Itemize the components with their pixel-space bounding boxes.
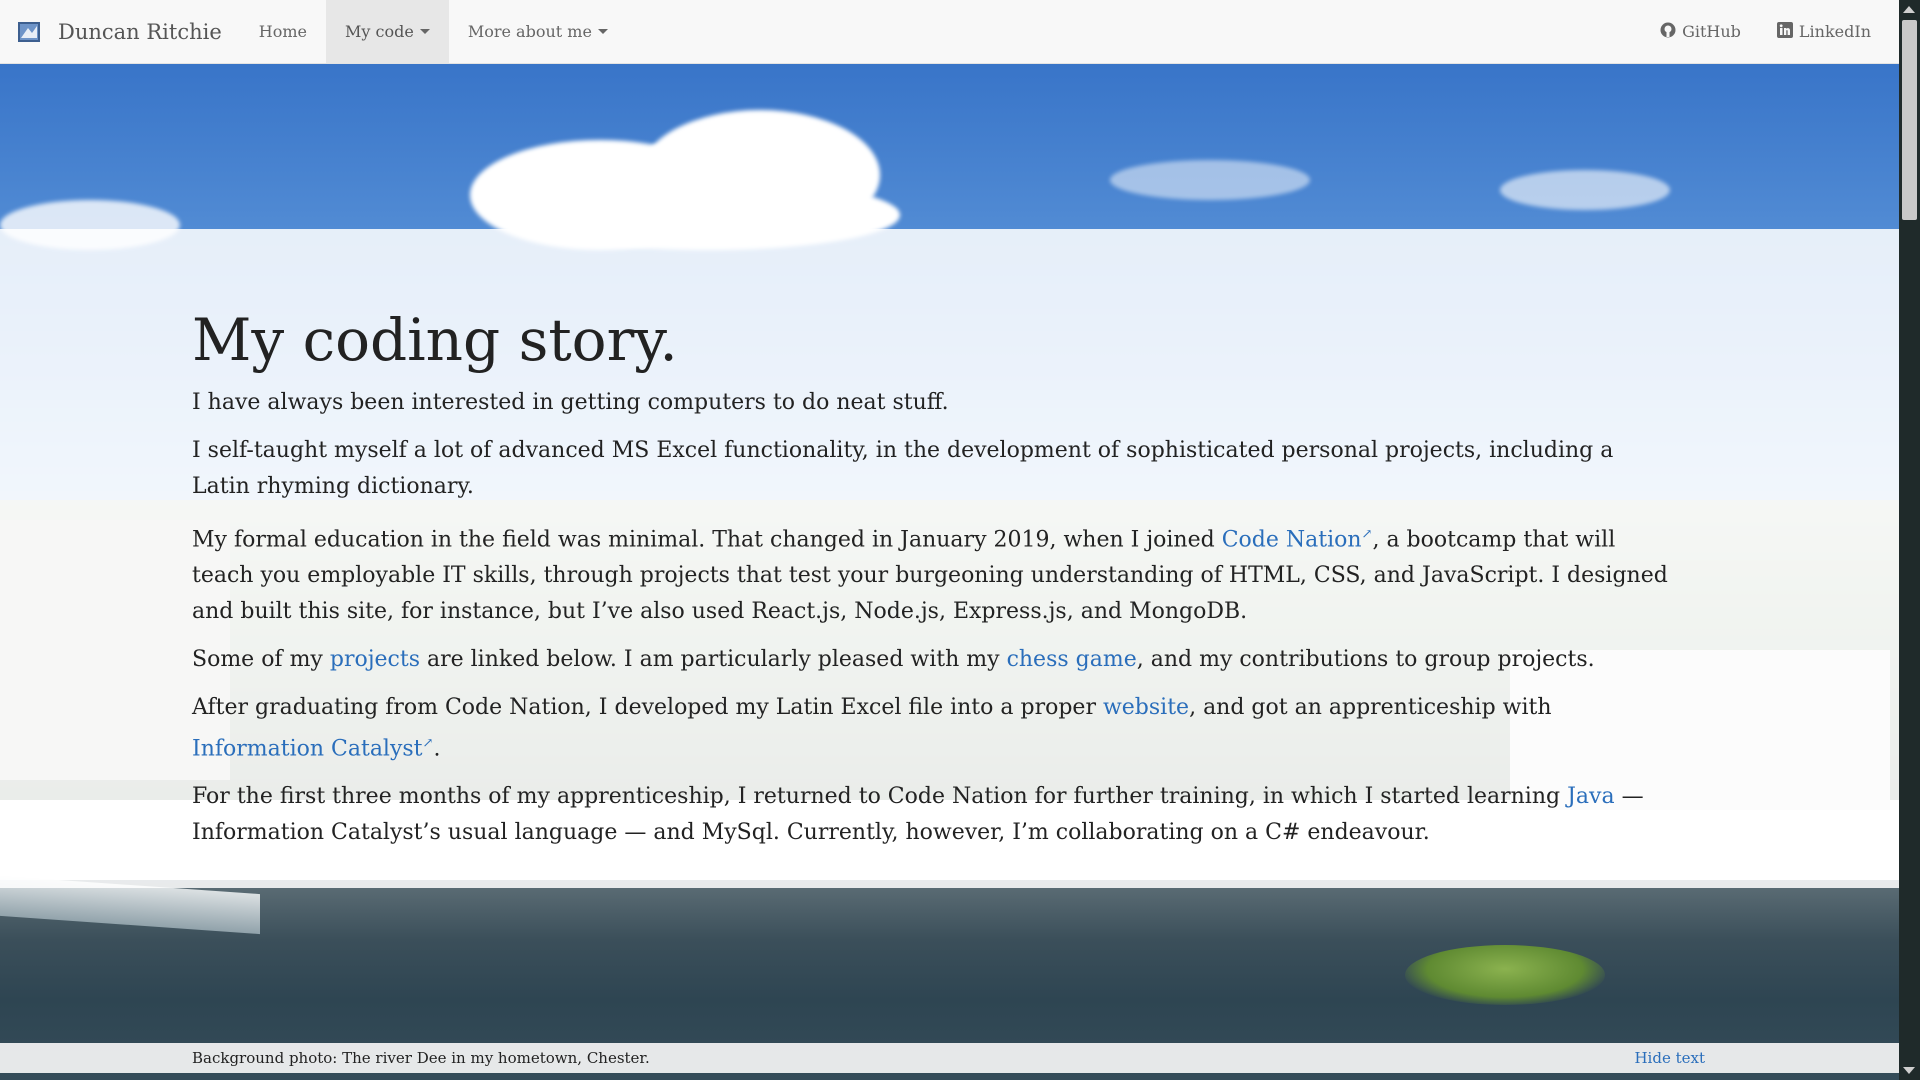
linkedin-icon xyxy=(1776,21,1793,42)
caret-down-icon xyxy=(419,29,430,34)
brand-link[interactable]: Duncan Ritchie xyxy=(0,0,240,63)
nav-home-label: Home xyxy=(258,22,307,41)
nav-home[interactable]: Home xyxy=(240,0,326,63)
paragraph-1: I have always been interested in getting… xyxy=(192,389,949,415)
footer-bar: Background photo: The river Dee in my ho… xyxy=(0,1043,1899,1073)
cloud xyxy=(1500,170,1670,210)
logo-icon xyxy=(18,21,40,42)
text: , and got an apprenticeship with xyxy=(1189,695,1552,721)
paragraph-5: After graduating from Code Nation, I dev… xyxy=(192,690,1672,767)
text: , and my contributions to group projects… xyxy=(1136,647,1595,673)
text: After graduating from Code Nation, I dev… xyxy=(192,695,1103,721)
external-link-icon: ↗ xyxy=(422,736,434,752)
website-link[interactable]: website xyxy=(1103,695,1189,720)
text: Some of my xyxy=(192,647,330,673)
page-title: My coding story. xyxy=(192,306,678,374)
river-weed xyxy=(1405,945,1605,1005)
photo-caption: Background photo: The river Dee in my ho… xyxy=(192,1049,650,1067)
text: . xyxy=(433,736,441,762)
scrollbar-thumb[interactable] xyxy=(1902,20,1917,220)
nav-more-about-me-dropdown[interactable]: More about me xyxy=(449,0,627,63)
text: My formal education in the field was min… xyxy=(192,527,1222,553)
scrollbar[interactable] xyxy=(1899,0,1920,1080)
content-panel: My coding story. I have always been inte… xyxy=(0,229,1899,888)
caret-down-icon xyxy=(597,29,608,34)
chess-game-link[interactable]: chess game xyxy=(1007,647,1137,672)
text: are linked below. I am particularly plea… xyxy=(420,647,1007,673)
nav-right: GitHub LinkedIn xyxy=(1642,0,1899,63)
scroll-up-arrow-icon[interactable] xyxy=(1903,6,1915,13)
external-link-icon: ↗ xyxy=(1361,526,1373,542)
nav-more-about-me-label: More about me xyxy=(467,22,592,41)
information-catalyst-link[interactable]: Information Catalyst xyxy=(192,736,423,761)
hide-text-button[interactable]: Hide text xyxy=(1634,1049,1707,1067)
brand-name: Duncan Ritchie xyxy=(58,19,222,44)
paragraph-2: I self-taught myself a lot of advanced M… xyxy=(192,437,1614,499)
paragraph-6: For the first three months of my apprent… xyxy=(192,779,1672,851)
nav-my-code-label: My code xyxy=(345,22,414,41)
scroll-down-arrow-icon[interactable] xyxy=(1903,1067,1915,1074)
nav-my-code-dropdown[interactable]: My code xyxy=(326,0,449,63)
github-icon xyxy=(1660,22,1676,42)
navbar: Duncan Ritchie Home My code More about m… xyxy=(0,0,1899,64)
paragraph-4: Some of my projects are linked below. I … xyxy=(192,642,1672,678)
linkedin-link[interactable]: LinkedIn xyxy=(1759,0,1889,63)
projects-link[interactable]: projects xyxy=(330,647,420,672)
text: For the first three months of my apprent… xyxy=(192,784,1568,810)
code-nation-link[interactable]: Code Nation xyxy=(1222,527,1362,552)
linkedin-label: LinkedIn xyxy=(1798,22,1871,41)
paragraph-3: My formal education in the field was min… xyxy=(192,517,1672,630)
java-link[interactable]: Java xyxy=(1567,784,1614,809)
github-label: GitHub xyxy=(1682,22,1741,41)
cloud xyxy=(1110,160,1310,200)
github-link[interactable]: GitHub xyxy=(1642,0,1759,63)
